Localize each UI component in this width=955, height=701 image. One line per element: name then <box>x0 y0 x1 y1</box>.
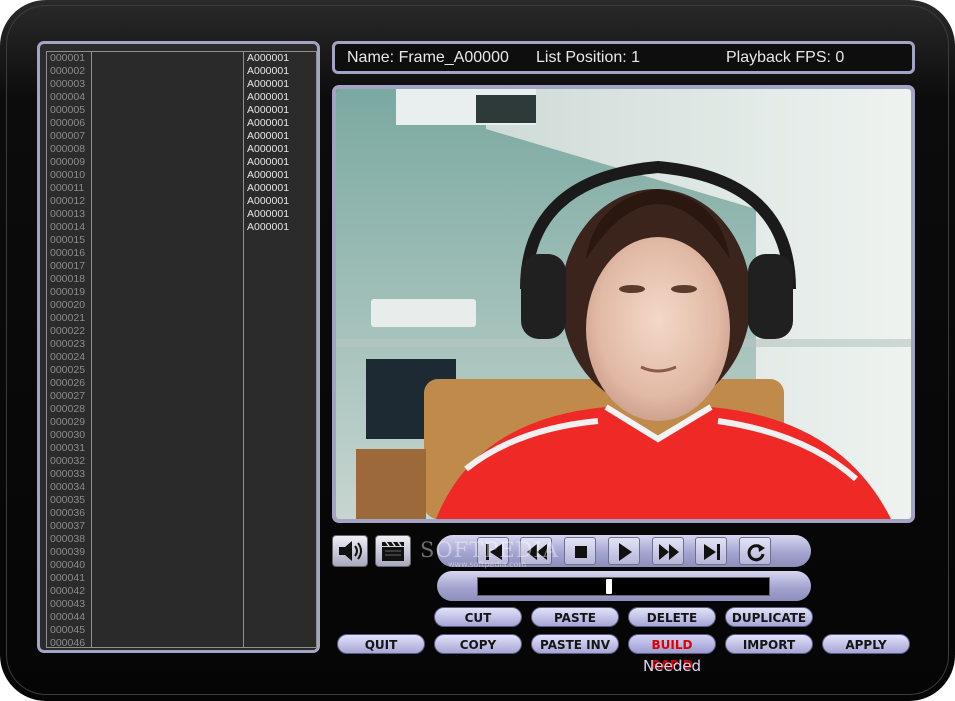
sound-button[interactable] <box>332 535 368 567</box>
list-position-text: List Position: 1 <box>536 49 641 66</box>
frame-name-row[interactable]: A000001 <box>244 221 316 234</box>
clip-button[interactable] <box>375 535 411 567</box>
frame-index-row[interactable]: 000009 <box>47 156 91 169</box>
frame-index-row[interactable]: 000042 <box>47 585 91 598</box>
frame-index-row[interactable]: 000040 <box>47 559 91 572</box>
frame-index-row[interactable]: 000037 <box>47 520 91 533</box>
seek-bar[interactable] <box>477 577 770 596</box>
frame-index-row[interactable]: 000021 <box>47 312 91 325</box>
frame-index-row[interactable]: 000015 <box>47 234 91 247</box>
play-button[interactable] <box>608 537 640 565</box>
frame-name-row[interactable]: A000001 <box>244 78 316 91</box>
frame-index-row[interactable]: 000028 <box>47 403 91 416</box>
frame-index-row[interactable]: 000046 <box>47 637 91 650</box>
frame-index-row[interactable]: 000044 <box>47 611 91 624</box>
clapperboard-icon <box>380 539 406 567</box>
last-frame-button[interactable] <box>695 537 727 565</box>
frame-index-row[interactable]: 000013 <box>47 208 91 221</box>
frame-name-row[interactable]: A000001 <box>244 65 316 78</box>
frame-index-row[interactable]: 000027 <box>47 390 91 403</box>
frame-name-column: A000001 A000001 A000001 A000001 A000001 A0000… <box>244 51 317 648</box>
import-button[interactable]: IMPORT <box>725 634 813 654</box>
frame-name-row[interactable]: A000001 <box>244 117 316 130</box>
frame-index-row[interactable]: 000039 <box>47 546 91 559</box>
paste-button[interactable]: PASTE <box>531 607 619 627</box>
duplicate-button[interactable]: DUPLICATE <box>725 607 813 627</box>
frame-index-row[interactable]: 000001 <box>47 52 91 65</box>
frame-index-row[interactable]: 000032 <box>47 455 91 468</box>
frame-index-row[interactable]: 000012 <box>47 195 91 208</box>
frame-index-row[interactable]: 000045 <box>47 624 91 637</box>
frame-name-row[interactable]: A000001 <box>244 182 316 195</box>
paste-inv-button[interactable]: PASTE INV <box>531 634 619 654</box>
frame-index-row[interactable]: 000035 <box>47 494 91 507</box>
frame-index-row[interactable]: 000020 <box>47 299 91 312</box>
frame-index-row[interactable]: 000011 <box>47 182 91 195</box>
apply-button[interactable]: APPLY <box>822 634 910 654</box>
frame-preview <box>332 85 915 523</box>
frame-index-row[interactable]: 000043 <box>47 598 91 611</box>
frame-index-row[interactable]: 000010 <box>47 169 91 182</box>
frame-index-row[interactable]: 000038 <box>47 533 91 546</box>
frame-name-row[interactable]: A000001 <box>244 130 316 143</box>
frame-index-row[interactable]: 000026 <box>47 377 91 390</box>
build-rapid-button[interactable]: BUILD RAPID <box>628 634 716 672</box>
frame-index-row[interactable]: 000023 <box>47 338 91 351</box>
frame-index-row[interactable]: 000033 <box>47 468 91 481</box>
frame-index-row[interactable]: 000016 <box>47 247 91 260</box>
frame-name-row[interactable]: A000001 <box>244 91 316 104</box>
quit-button[interactable]: QUIT <box>337 634 425 654</box>
frame-name-row[interactable]: A000001 <box>244 156 316 169</box>
frame-index-row[interactable]: 000008 <box>47 143 91 156</box>
frame-name-row[interactable]: A000001 <box>244 52 316 65</box>
app-window: 000001 000002 000003 000004 000005 000006 0000… <box>0 0 955 701</box>
watermark: SOFTPEDIA <box>420 538 559 562</box>
frame-name-row[interactable]: A000001 <box>244 208 316 221</box>
frame-index-row[interactable]: 000002 <box>47 65 91 78</box>
frame-index-row[interactable]: 000025 <box>47 364 91 377</box>
frame-index-row[interactable]: 000005 <box>47 104 91 117</box>
frame-name-row[interactable]: A000001 <box>244 169 316 182</box>
seek-track <box>437 571 811 601</box>
frame-index-row[interactable]: 000024 <box>47 351 91 364</box>
delete-button[interactable]: DELETE <box>628 607 716 627</box>
frame-index-row[interactable]: 000003 <box>47 78 91 91</box>
watermark-url: www.softpedia.com <box>448 560 527 569</box>
loop-button[interactable] <box>739 537 771 565</box>
frame-index-row[interactable]: 000014 <box>47 221 91 234</box>
frame-index-row[interactable]: 000007 <box>47 130 91 143</box>
playback-fps-text: Playback FPS: 0 <box>726 49 845 66</box>
frame-index-row[interactable]: 000029 <box>47 416 91 429</box>
frame-index-row[interactable]: 000034 <box>47 481 91 494</box>
frame-index-row[interactable]: 000006 <box>47 117 91 130</box>
frame-index-row[interactable]: 000018 <box>47 273 91 286</box>
frame-list-panel: 000001 000002 000003 000004 000005 000006 0000… <box>37 41 320 653</box>
frame-index-row[interactable]: 000041 <box>47 572 91 585</box>
status-text: Needed <box>643 657 701 675</box>
frame-index-row[interactable]: 000031 <box>47 442 91 455</box>
frame-index-row[interactable]: 000030 <box>47 429 91 442</box>
frame-name-text: Name: Frame_A00000 <box>347 49 509 66</box>
frame-name-row[interactable]: A000001 <box>244 195 316 208</box>
frame-name-row[interactable]: A000001 <box>244 104 316 117</box>
copy-button[interactable]: COPY <box>434 634 522 654</box>
cut-button[interactable]: CUT <box>434 607 522 627</box>
frame-index-row[interactable]: 000036 <box>47 507 91 520</box>
speaker-icon <box>336 539 364 567</box>
frame-info-bar: Name: Frame_A00000 List Position: 1 Play… <box>332 41 915 74</box>
stop-button[interactable] <box>564 537 596 565</box>
frame-index-column: 000001 000002 000003 000004 000005 000006 0000… <box>46 51 91 650</box>
frame-index-row[interactable]: 000004 <box>47 91 91 104</box>
frame-list-middle-column <box>91 51 244 648</box>
frame-name-row[interactable]: A000001 <box>244 143 316 156</box>
frame-index-row[interactable]: 000017 <box>47 260 91 273</box>
frame-index-row[interactable]: 000019 <box>47 286 91 299</box>
preview-image <box>336 89 911 519</box>
frame-index-row[interactable]: 000022 <box>47 325 91 338</box>
fast-forward-button[interactable] <box>652 537 684 565</box>
seek-handle[interactable] <box>606 579 612 594</box>
